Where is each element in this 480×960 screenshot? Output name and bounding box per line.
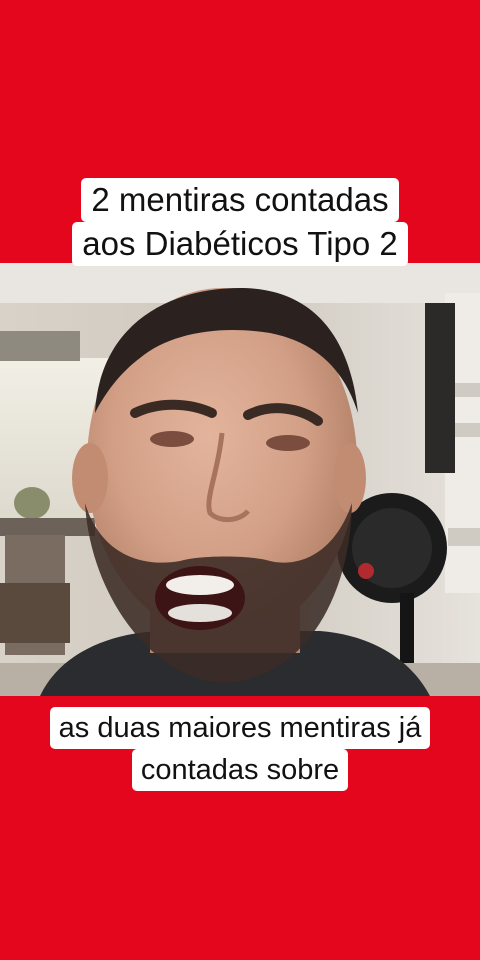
title-line-2: aos Diabéticos Tipo 2 bbox=[72, 222, 408, 266]
subtitle-line-2: contadas sobre bbox=[131, 749, 349, 791]
subtitle-line-1: as duas maiores mentiras já bbox=[49, 707, 431, 749]
title-caption: 2 mentiras contadas aos Diabéticos Tipo … bbox=[0, 178, 480, 266]
video-frame: 2 mentiras contadas aos Diabéticos Tipo … bbox=[0, 0, 480, 960]
subtitle-caption: as duas maiores mentiras já contadas sob… bbox=[0, 707, 480, 791]
video-still[interactable] bbox=[0, 263, 480, 696]
title-line-1: 2 mentiras contadas bbox=[81, 178, 399, 222]
